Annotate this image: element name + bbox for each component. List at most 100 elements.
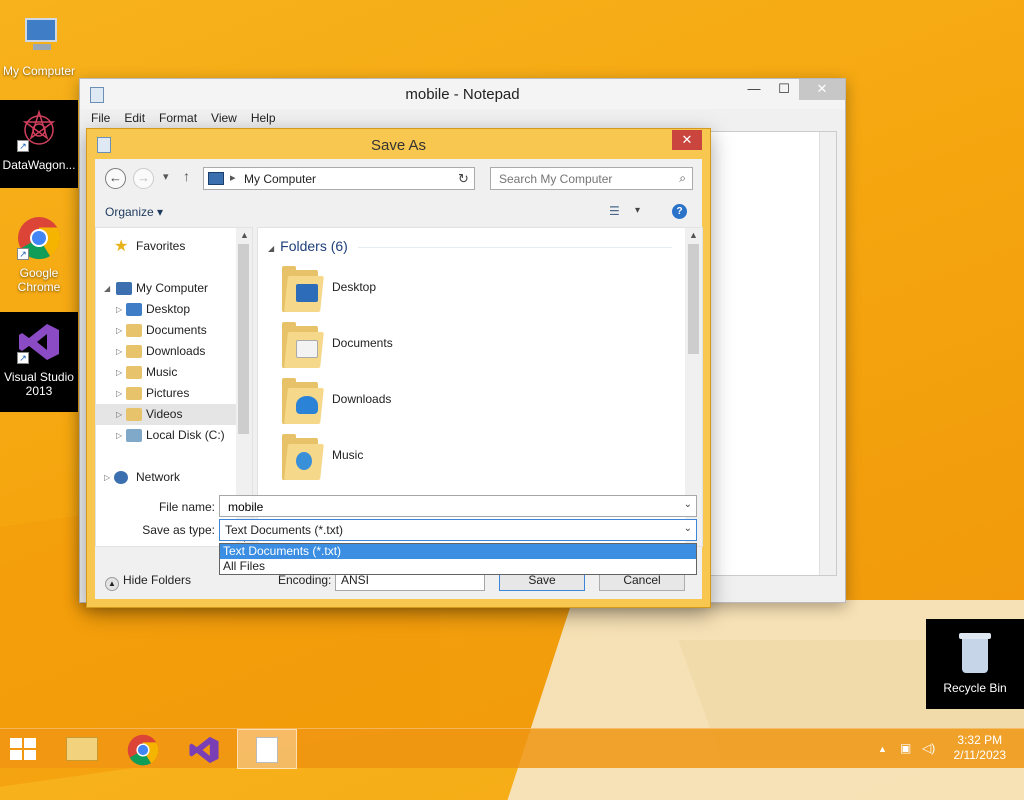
scrollbar-thumb[interactable] (238, 244, 249, 434)
nav-item-documents[interactable]: ▷ Documents (96, 320, 236, 341)
desktop-icon-my-computer[interactable]: My Computer (0, 6, 78, 78)
nav-item-favorites[interactable]: ★ Favorites (96, 236, 236, 257)
nav-item-downloads[interactable]: ▷ Downloads (96, 341, 236, 362)
save-as-type-select[interactable]: Text Documents (*.txt) ⌄ (219, 519, 697, 541)
desktop-icon-label: DataWagon... (2, 158, 76, 172)
computer-icon (116, 282, 132, 295)
save-as-type-dropdown: Text Documents (*.txt) All Files (219, 543, 697, 575)
shortcut-arrow-icon: ↗ (17, 352, 29, 364)
system-tray: ▲ ▣ ◁) 3:32 PM 2/11/2023 (864, 729, 1024, 769)
refresh-icon[interactable]: ↻ (453, 167, 475, 190)
notepad-scrollbar[interactable] (819, 132, 836, 575)
save-as-title: Save As (370, 137, 427, 154)
chevron-down-icon[interactable]: ▾ (635, 205, 640, 216)
address-bar[interactable]: ▸ My Computer ⌄ (203, 167, 473, 190)
encoding-value: ANSI (341, 573, 370, 587)
address-text: My Computer (244, 172, 317, 186)
file-name-input[interactable] (226, 499, 666, 515)
search-icon: ⌕ (679, 171, 686, 185)
folder-item-downloads[interactable]: Downloads (278, 378, 578, 430)
nav-item-desktop[interactable]: ▷ Desktop (96, 299, 236, 320)
close-button[interactable]: ✕ (799, 79, 845, 100)
folders-group-header[interactable]: ◢ Folders (6) (268, 238, 348, 254)
taskbar-visual-studio[interactable] (174, 729, 234, 769)
nav-item-label: Downloads (146, 344, 206, 358)
desktop-icon-visual-studio[interactable]: ↗ Visual Studio 2013 (0, 312, 78, 412)
search-box[interactable]: ⌕ (490, 167, 693, 190)
scrollbar-thumb[interactable] (688, 244, 699, 354)
desktop-icon-datawagon[interactable]: ↗ DataWagon... (0, 100, 78, 188)
expand-arrow-icon: ▷ (116, 389, 123, 398)
network-icon[interactable]: ▣ (900, 741, 911, 755)
maximize-button[interactable]: ☐ (769, 79, 799, 100)
back-arrow-icon[interactable]: ← (105, 168, 126, 189)
taskbar-chrome[interactable] (113, 729, 173, 769)
desktop-icon-label: My Computer (2, 64, 76, 78)
save-as-dialog: Save As ✕ ← → ▾ ↑ ▸ My Computer ⌄ ↻ ⌕ Or… (86, 128, 711, 608)
nav-item-videos[interactable]: ▷ Videos (96, 404, 236, 425)
folder-item-desktop[interactable]: Desktop (278, 266, 578, 318)
hide-folders-button[interactable]: ▲ Hide Folders (105, 573, 191, 591)
chevron-down-icon[interactable]: ⌄ (684, 523, 692, 534)
recent-locations-chevron-icon[interactable]: ▾ (163, 170, 169, 183)
up-arrow-icon[interactable]: ↑ (183, 168, 190, 184)
folder-item-music[interactable]: Music (278, 434, 578, 486)
chevron-up-icon[interactable]: ▲ (240, 230, 249, 240)
chevron-up-icon[interactable]: ▲ (689, 230, 698, 240)
folder-name: Music (332, 448, 364, 462)
hide-folders-label: Hide Folders (123, 573, 192, 587)
clock-date: 2/11/2023 (953, 748, 1007, 762)
notepad-title: mobile - Notepad (405, 86, 520, 103)
nav-item-network[interactable]: ▷ Network (96, 467, 236, 488)
close-button[interactable]: ✕ (672, 130, 702, 150)
nav-item-label: Pictures (146, 386, 190, 400)
dropdown-option[interactable]: All Files (220, 559, 696, 574)
volume-icon[interactable]: ◁) (922, 741, 935, 755)
taskbar-notepad[interactable] (237, 729, 297, 769)
music-folder-icon (126, 366, 142, 379)
organize-button[interactable]: Organize ▾ (105, 205, 163, 219)
menu-edit[interactable]: Edit (119, 109, 150, 129)
desktop-icon-label: Recycle Bin (943, 681, 1007, 695)
menu-format[interactable]: Format (154, 109, 202, 129)
group-divider (358, 247, 672, 248)
view-options-icon[interactable]: ☰ (609, 204, 627, 218)
computer-icon (208, 172, 224, 185)
show-hidden-icons-chevron-icon[interactable]: ▲ (878, 744, 887, 754)
nav-item-pictures[interactable]: ▷ Pictures (96, 383, 236, 404)
start-button[interactable] (0, 729, 48, 769)
minimize-button[interactable]: — (739, 79, 769, 100)
menu-help[interactable]: Help (246, 109, 281, 129)
file-name-field[interactable]: ⌄ (219, 495, 697, 517)
menu-file[interactable]: File (86, 109, 115, 129)
notepad-menubar: File Edit Format View Help (80, 109, 845, 129)
taskbar-file-explorer[interactable] (52, 729, 112, 769)
expand-arrow-icon: ▷ (116, 326, 123, 335)
visual-studio-icon: ↗ (17, 320, 61, 364)
save-as-titlebar[interactable]: Save As ✕ (87, 129, 710, 159)
dropdown-option[interactable]: Text Documents (*.txt) (220, 544, 696, 559)
file-explorer-icon (66, 737, 98, 761)
folder-item-documents[interactable]: Documents (278, 322, 578, 374)
desktop-icon-label: Google Chrome (17, 266, 61, 294)
search-input[interactable] (497, 171, 667, 187)
network-icon (114, 471, 128, 484)
downloads-folder-icon (282, 378, 324, 426)
nav-item-local-disk[interactable]: ▷ Local Disk (C:) (96, 425, 236, 446)
chevron-down-icon[interactable]: ⌄ (684, 499, 692, 510)
forward-arrow-icon[interactable]: → (133, 168, 154, 189)
music-folder-icon (282, 434, 324, 482)
folder-name: Downloads (332, 392, 392, 406)
toolbar: Organize ▾ ☰ ▾ ? (95, 197, 702, 227)
nav-item-my-computer[interactable]: ◢ My Computer (96, 278, 236, 299)
help-icon[interactable]: ? (672, 204, 687, 219)
desktop-icon-recycle-bin[interactable]: Recycle Bin (926, 619, 1024, 709)
notepad-titlebar[interactable]: mobile - Notepad — ☐ ✕ (80, 79, 845, 109)
datawagon-icon: ↗ (17, 108, 61, 152)
documents-folder-icon (126, 324, 142, 337)
save-as-type-value: Text Documents (*.txt) (225, 523, 344, 537)
nav-item-music[interactable]: ▷ Music (96, 362, 236, 383)
menu-view[interactable]: View (206, 109, 242, 129)
desktop-icon-chrome[interactable]: ↗ Google Chrome (0, 208, 78, 294)
clock[interactable]: 3:32 PM 2/11/2023 (954, 733, 1007, 763)
